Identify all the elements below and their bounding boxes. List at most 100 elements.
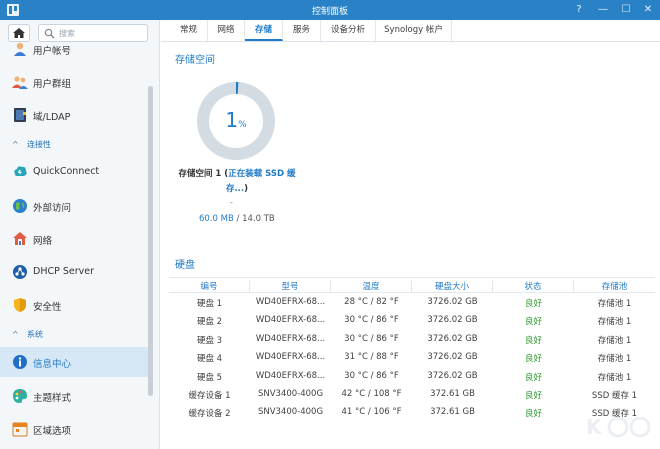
cell-model: WD40EFRX-68...: [255, 315, 326, 326]
cell-model: SNV3400-400G: [257, 407, 324, 418]
sidebar-item-label: QuickConnect: [33, 166, 100, 177]
sidebar-item-label: 安全性: [33, 302, 62, 313]
column-header-pool[interactable]: 存储池: [574, 280, 655, 292]
window-title: 控制面板: [311, 7, 348, 17]
cell-pool: 存储池 1: [597, 317, 632, 328]
cell-size: 3726.02 GB: [427, 297, 478, 307]
cell-id: 硬盘 3: [196, 335, 223, 346]
cell-status: 良好: [524, 317, 542, 328]
sidebar-item-regional-options[interactable]: 区域选项: [0, 414, 148, 444]
cell-size: 3726.02 GB: [427, 333, 478, 344]
network-house-icon: [13, 232, 27, 245]
sidebar-item-label: 信息中心: [33, 359, 72, 370]
table-row[interactable]: 硬盘 1 WD40EFRX-68... 28 °C / 82 °F 3726.02 G…: [169, 294, 655, 312]
tab-synology-account[interactable]: Synology 帐户: [376, 20, 452, 41]
volume-name: 存储空间 1 (正在装载 SSD 缓存...): [178, 169, 296, 194]
cell-id: 硬盘 4: [196, 354, 223, 365]
sidebar-item-user-account[interactable]: 用户帐号: [0, 34, 148, 64]
help-button[interactable]: ?: [572, 3, 586, 17]
table-row[interactable]: 硬盘 5 WD40EFRX-68... 30 °C / 86 °F 3726.02 G…: [169, 368, 655, 386]
shield-icon: [14, 298, 26, 312]
calendar-icon: [12, 422, 28, 437]
cell-status: 良好: [524, 372, 542, 383]
sidebar-item-label: 域/LDAP: [33, 112, 71, 123]
tab-services[interactable]: 服务: [283, 20, 321, 41]
cell-size: 3726.02 GB: [427, 370, 478, 381]
cell-size: 372.61 GB: [430, 407, 475, 418]
cell-status: 良好: [524, 354, 542, 365]
volume-status-link[interactable]: 正在装载 SSD 缓存...: [226, 169, 296, 194]
cell-pool: 存储池 1: [597, 372, 632, 383]
table-row[interactable]: 硬盘 4 WD40EFRX-68... 31 °C / 88 °F 3726.02 G…: [169, 349, 655, 367]
sidebar-item-label: 外部访问: [33, 203, 72, 214]
cell-size: 372.61 GB: [430, 389, 475, 399]
sidebar-item-external-access[interactable]: 外部访问: [0, 191, 148, 221]
info-icon: [13, 355, 27, 369]
domain-book-icon: [14, 108, 26, 122]
table-row[interactable]: 硬盘 3 WD40EFRX-68... 30 °C / 86 °F 3726.02 G…: [169, 331, 655, 349]
column-header-temperature[interactable]: 温度: [331, 280, 412, 292]
usage-percent: 1%: [225, 108, 247, 132]
cell-temperature: 28 °C / 82 °F: [344, 297, 399, 307]
tab-network[interactable]: 网络: [208, 20, 245, 41]
cell-id: 缓存设备 2: [188, 409, 231, 420]
close-button[interactable]: ✕: [641, 3, 655, 17]
dhcp-server-icon: [13, 265, 27, 279]
column-header-size[interactable]: 硬盘大小: [412, 280, 493, 292]
cell-id: 硬盘 1: [196, 299, 223, 309]
disk-table-header: 编号 型号 温度 硬盘大小 状态 存储池: [169, 277, 655, 293]
tab-storage[interactable]: 存储: [245, 20, 283, 41]
volume-detail-dash: -: [230, 198, 233, 207]
sidebar-item-theme[interactable]: 主题样式: [0, 381, 148, 411]
watermark-logo: K: [586, 415, 651, 439]
sidebar-item-label: 用户群组: [33, 79, 72, 90]
cell-status: 良好: [524, 409, 542, 420]
cell-temperature: 30 °C / 86 °F: [344, 370, 399, 381]
storage-section-title: 存储空间: [175, 55, 215, 66]
cell-model: WD40EFRX-68...: [255, 297, 326, 307]
sidebar-item-label: DHCP Server: [33, 266, 94, 277]
cell-temperature: 41 °C / 106 °F: [341, 407, 402, 418]
sidebar-item-user-group[interactable]: 用户群组: [0, 67, 148, 97]
minimize-button[interactable]: —: [596, 3, 610, 17]
cell-temperature: 30 °C / 86 °F: [344, 333, 399, 344]
tab-bar: 常规 网络 存储 服务 设备分析 Synology 帐户: [161, 20, 660, 42]
sidebar-item-quickconnect[interactable]: QuickConnect: [0, 157, 148, 187]
sidebar-item-security[interactable]: 安全性: [0, 290, 148, 320]
chevron-up-icon: ^: [12, 140, 19, 149]
palette-icon: [13, 389, 27, 403]
sidebar: 用户帐号 用户群组 域/LDAP ^连接性 QuickConnect: [0, 20, 160, 449]
cell-temperature: 42 °C / 108 °F: [341, 389, 402, 399]
sidebar-item-info-center[interactable]: 信息中心: [0, 347, 148, 377]
quickconnect-icon: [14, 166, 27, 176]
maximize-button[interactable]: ☐: [619, 3, 633, 17]
cell-status: 良好: [524, 299, 542, 309]
tab-general[interactable]: 常规: [170, 20, 208, 41]
cell-id: 硬盘 2: [196, 317, 223, 328]
cell-status: 良好: [524, 335, 542, 346]
sidebar-scrollbar[interactable]: [148, 86, 153, 396]
section-header-system[interactable]: ^ 系统: [12, 329, 43, 343]
cell-status: 良好: [524, 391, 542, 401]
tab-device-analytics[interactable]: 设备分析: [321, 20, 376, 41]
sidebar-item-domain-ldap[interactable]: 域/LDAP: [0, 100, 148, 130]
cell-model: WD40EFRX-68...: [255, 333, 326, 344]
cell-pool: 存储池 1: [597, 299, 632, 309]
sidebar-item-label: 主题样式: [33, 393, 72, 404]
column-header-id[interactable]: 编号: [169, 280, 250, 292]
sidebar-item-label: 网络: [33, 236, 53, 247]
column-header-model[interactable]: 型号: [250, 280, 331, 292]
table-row[interactable]: 硬盘 2 WD40EFRX-68... 30 °C / 86 °F 3726.02 G…: [169, 312, 655, 330]
sidebar-item-label: 区域选项: [33, 426, 72, 437]
cell-temperature: 31 °C / 88 °F: [344, 352, 399, 363]
svg-text:K: K: [586, 415, 603, 439]
section-header-connectivity[interactable]: ^ 连接性: [12, 139, 51, 153]
sidebar-item-dhcp-server[interactable]: DHCP Server: [0, 257, 148, 287]
cell-pool: 存储池 1: [597, 354, 632, 365]
sidebar-item-network[interactable]: 网络: [0, 224, 148, 254]
user-group-icon: [12, 76, 28, 89]
title-bar: 控制面板 ? — ☐ ✕: [0, 0, 660, 20]
cell-size: 3726.02 GB: [427, 315, 478, 326]
column-header-status[interactable]: 状态: [493, 280, 574, 292]
table-row[interactable]: 缓存设备 1 SNV3400-400G 42 °C / 108 °F 372.61 G…: [169, 386, 655, 404]
